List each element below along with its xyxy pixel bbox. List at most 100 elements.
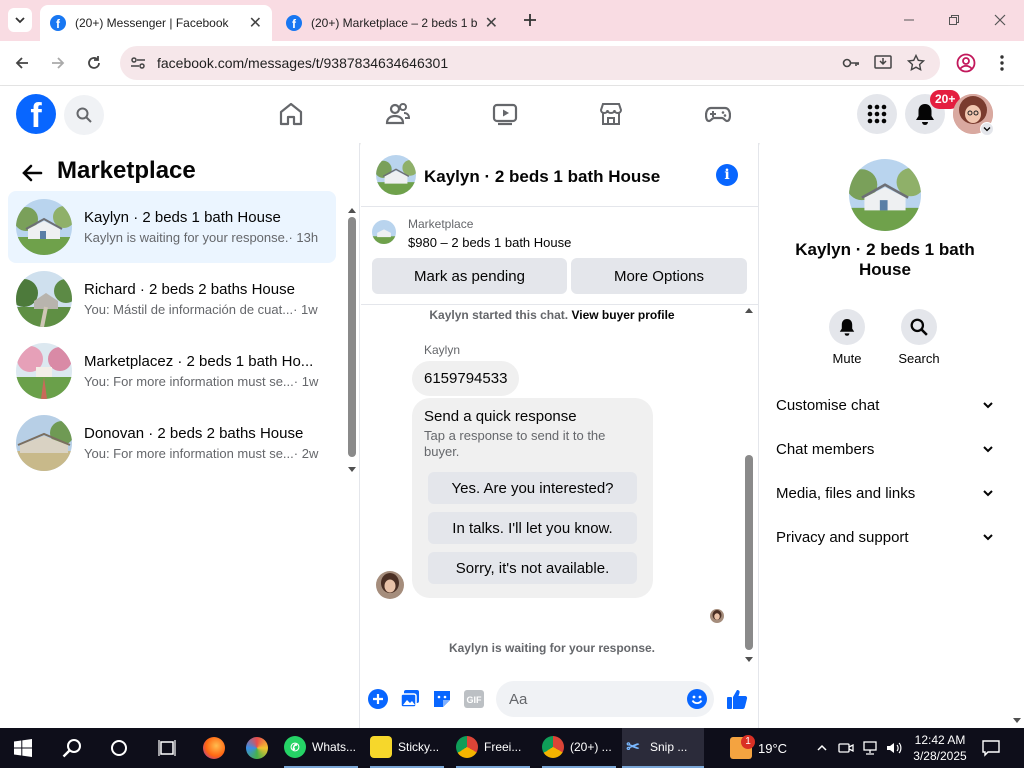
taskbar-app-label: Whats... — [312, 740, 357, 754]
install-app-icon[interactable] — [874, 54, 892, 72]
browser-tab-marketplace[interactable]: f (20+) Marketplace – 2 beds 1 b ✕ — [276, 5, 508, 41]
browser-tab-messenger[interactable]: f (20+) Messenger | Facebook ✕ — [40, 5, 272, 41]
restore-button[interactable] — [944, 10, 964, 30]
nav-gaming[interactable] — [702, 98, 734, 130]
conversation-list-scrollbar[interactable] — [347, 205, 357, 475]
listing-price[interactable]: $980 – 2 beds 1 bath House — [408, 235, 571, 250]
chat-title[interactable]: Kaylyn · 2 beds 1 bath House — [424, 167, 660, 187]
search-action[interactable]: Search — [889, 309, 949, 366]
page-scrollbar[interactable] — [1010, 86, 1024, 728]
profile-button[interactable] — [954, 51, 978, 75]
nav-marketplace[interactable] — [595, 98, 627, 130]
tray-meet-now[interactable] — [838, 728, 854, 768]
section-media-files-links[interactable]: Media, files and links — [776, 471, 994, 515]
tray-overflow-button[interactable] — [816, 728, 830, 768]
task-view-button[interactable] — [158, 728, 178, 768]
chat-panel: Kaylyn · 2 beds 1 bath House i Marketpla… — [361, 143, 759, 728]
info-icon[interactable]: i — [716, 164, 738, 186]
listing-photo — [16, 199, 72, 255]
tab-search-button[interactable] — [8, 8, 32, 32]
close-tab-icon[interactable]: ✕ — [485, 13, 498, 33]
marketplace-icon — [599, 103, 623, 125]
conversation-item[interactable]: Marketplacez · 2 beds 1 bath Ho... You: … — [8, 335, 336, 407]
tray-network[interactable] — [862, 728, 878, 768]
menu-button[interactable] — [857, 94, 897, 134]
mark-as-pending-button[interactable]: Mark as pending — [372, 258, 567, 294]
gif-button[interactable]: GIF — [462, 687, 486, 711]
conversation-item[interactable]: Donovan · 2 beds 2 baths House You: For … — [8, 407, 336, 479]
video-icon — [492, 103, 518, 126]
notification-center-button[interactable] — [982, 728, 1002, 768]
back-arrow-icon[interactable] — [20, 161, 44, 185]
conversation-name: Richard · 2 beds 2 baths House — [84, 281, 295, 298]
address-bar[interactable]: facebook.com/messages/t/9387834634646301 — [120, 46, 940, 80]
key-icon[interactable] — [842, 55, 860, 71]
chat-scrollbar[interactable] — [744, 305, 754, 667]
seen-receipt-avatar — [710, 609, 724, 623]
chat-avatar[interactable] — [376, 155, 416, 195]
section-chat-members[interactable]: Chat members — [776, 427, 994, 471]
facebook-top-nav: f 20+ — [0, 86, 1010, 143]
view-buyer-profile-link[interactable]: View buyer profile — [571, 308, 674, 322]
quick-response-yes[interactable]: Yes. Are you interested? — [428, 472, 637, 504]
account-chevron-icon[interactable] — [980, 122, 994, 136]
listing-thumbnail[interactable] — [372, 220, 396, 244]
section-customise-chat[interactable]: Customise chat — [776, 383, 994, 427]
facebook-search-button[interactable] — [64, 95, 104, 135]
nav-friends[interactable] — [382, 98, 414, 130]
taskbar-sticky-notes[interactable]: Sticky... — [370, 728, 444, 768]
taskbar-chrome-freei[interactable]: Freei... — [456, 728, 530, 768]
emoji-button[interactable] — [685, 687, 709, 711]
close-window-button[interactable] — [990, 10, 1010, 30]
taskbar-snipping-tool[interactable]: ✂ Snip ... — [622, 728, 704, 768]
cortana-button[interactable] — [110, 728, 130, 768]
attach-photo-button[interactable] — [398, 687, 422, 711]
search-icon — [910, 318, 928, 336]
tray-volume[interactable] — [886, 728, 902, 768]
gif-icon: GIF — [464, 690, 484, 708]
taskbar-app-label: Sticky... — [398, 740, 440, 754]
nav-video[interactable] — [489, 98, 521, 130]
quick-response-in-talks[interactable]: In talks. I'll let you know. — [428, 512, 637, 544]
listing-photo — [16, 271, 72, 327]
chat-info-avatar[interactable] — [849, 159, 921, 231]
chrome-icon — [542, 736, 564, 758]
taskbar-chrome-facebook[interactable]: (20+) ... — [542, 728, 616, 768]
section-label: Customise chat — [776, 396, 880, 414]
tray-clock[interactable]: 12:42 AM 3/28/2025 — [905, 728, 975, 768]
sender-avatar[interactable] — [376, 571, 404, 599]
mute-action[interactable]: Mute — [817, 309, 877, 366]
start-button[interactable] — [14, 728, 36, 768]
section-privacy-support[interactable]: Privacy and support — [776, 515, 994, 559]
search-label: Search — [898, 351, 940, 366]
section-label: Chat members — [776, 440, 875, 458]
like-button[interactable] — [725, 687, 749, 711]
reload-button[interactable] — [82, 51, 106, 75]
conversation-item[interactable]: Kaylyn · 2 beds 1 bath House Kaylyn is w… — [8, 191, 336, 263]
browser-menu-button[interactable] — [990, 51, 1014, 75]
quick-response-not-available[interactable]: Sorry, it's not available. — [428, 552, 637, 584]
close-tab-icon[interactable]: ✕ — [249, 13, 262, 33]
weather-widget[interactable]: 19°C — [730, 728, 796, 768]
facebook-logo-icon[interactable]: f — [16, 94, 56, 134]
forward-button[interactable] — [46, 51, 70, 75]
taskbar-whatsapp[interactable]: ✆ Whats... — [284, 728, 358, 768]
conversation-item[interactable]: Richard · 2 beds 2 baths House You: Mást… — [8, 263, 336, 335]
nav-home[interactable] — [275, 98, 307, 130]
minimize-button[interactable] — [899, 10, 919, 30]
sticker-button[interactable] — [430, 687, 454, 711]
message-input[interactable]: Aa — [496, 681, 714, 717]
taskbar-search-button[interactable] — [62, 728, 84, 768]
panel-title: Marketplace — [57, 157, 196, 184]
site-settings-icon[interactable] — [130, 55, 146, 71]
taskbar-firefox[interactable] — [203, 728, 227, 768]
more-options-button[interactable]: More Options — [571, 258, 747, 294]
new-tab-button[interactable] — [520, 10, 540, 30]
search-icon — [76, 107, 92, 123]
taskbar-paint-app[interactable] — [246, 728, 270, 768]
message-bubble[interactable]: 6159794533 — [412, 361, 520, 396]
conversation-preview: You: For more information must se... — [84, 446, 294, 461]
back-button[interactable] — [10, 51, 34, 75]
bookmark-star-icon[interactable] — [907, 54, 925, 72]
more-actions-button[interactable] — [366, 687, 390, 711]
